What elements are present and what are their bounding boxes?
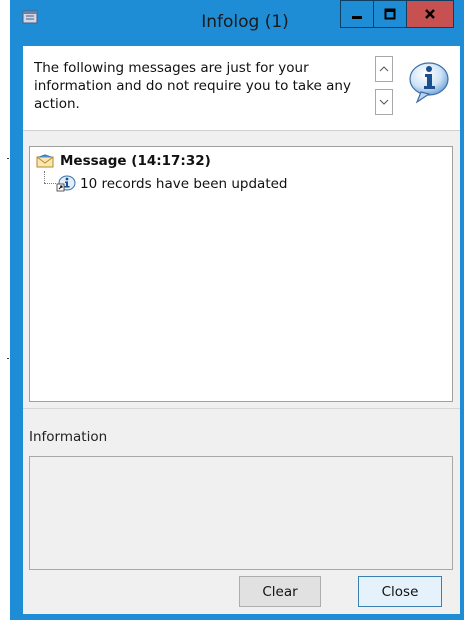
info-header: The following messages are just for your… [23,46,460,130]
close-window-button[interactable] [406,0,454,28]
maximize-button[interactable] [373,0,407,28]
tree-node-info-label: 10 records have been updated [80,176,288,192]
header-divider [23,130,460,131]
window-client-area: The following messages are just for your… [23,46,460,614]
edge-mark [7,358,9,359]
chevron-down-icon [379,99,389,105]
tree-node-message[interactable]: Message (14:17:32) [36,151,211,171]
minimize-button[interactable] [340,0,374,28]
app-icon [22,10,38,24]
information-detail-box [29,456,453,570]
window-controls [340,0,454,28]
close-icon [425,9,435,19]
close-button[interactable]: Close [358,576,442,607]
tree-connector [44,183,56,184]
section-divider [23,408,460,409]
info-icon [409,62,449,104]
minimize-icon [352,16,362,19]
scroll-up-button[interactable] [375,56,393,82]
title-bar[interactable]: Infolog (1) [10,0,464,44]
tree-connector [44,171,45,183]
chevron-up-icon [379,66,389,72]
tree-node-message-label: Message (14:17:32) [60,153,211,169]
clear-button[interactable]: Clear [239,576,321,607]
info-message: The following messages are just for your… [34,60,351,112]
tree-node-info[interactable]: 10 records have been updated [56,174,288,194]
infolog-window: Infolog (1) The following messages are j… [10,0,464,620]
maximize-icon [384,8,396,20]
scroll-down-button[interactable] [375,89,393,115]
envelope-icon [36,154,54,168]
edge-mark [7,158,9,159]
message-tree[interactable]: Message (14:17:32) 10 records have been … [29,146,453,402]
window-title: Infolog (1) [201,12,289,32]
information-label: Information [29,429,108,445]
info-small-icon [56,175,76,192]
